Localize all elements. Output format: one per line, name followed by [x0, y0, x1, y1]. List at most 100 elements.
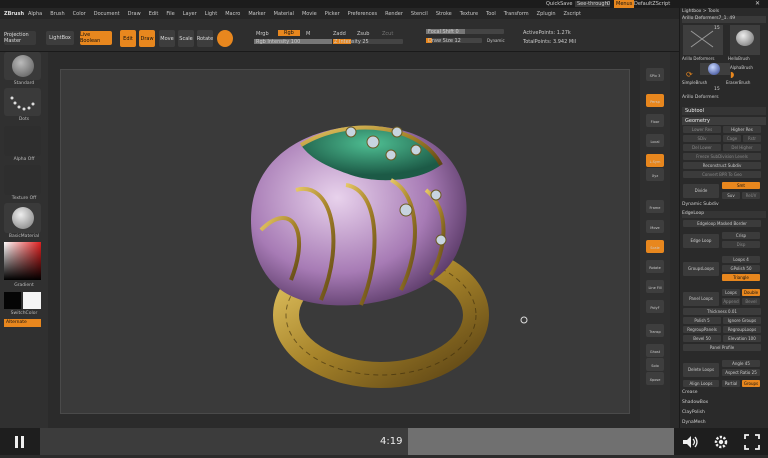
- menu-item[interactable]: Picker: [321, 11, 344, 17]
- menu-item[interactable]: Stroke: [432, 11, 456, 17]
- regroup-loops-button[interactable]: RegroupLoops: [723, 326, 761, 333]
- standard-brush-thumb[interactable]: [4, 52, 41, 80]
- reconstruct-subdiv-button[interactable]: Reconstruct Subdiv: [683, 162, 761, 169]
- volume-icon[interactable]: [680, 432, 700, 452]
- menu-item[interactable]: Tool: [482, 11, 500, 17]
- gear-icon[interactable]: [711, 432, 731, 452]
- material-sphere-icon[interactable]: [217, 30, 233, 47]
- alternate-button[interactable]: Alternate: [4, 319, 41, 327]
- menu-item[interactable]: Brush: [46, 11, 68, 17]
- convert-bpr-button[interactable]: Convert BPR To Geo: [683, 171, 761, 178]
- alpha-thumb[interactable]: [4, 126, 41, 156]
- pause-icon[interactable]: [10, 432, 30, 452]
- shelf-button-local[interactable]: Local: [646, 134, 664, 147]
- menu-item[interactable]: Document: [90, 11, 124, 17]
- switch-color-label[interactable]: SwitchColor: [0, 311, 48, 316]
- progress-remaining[interactable]: [408, 428, 674, 455]
- rotate-button[interactable]: Rotate: [197, 30, 213, 47]
- groups-loops-button[interactable]: GroupsLoops: [683, 262, 719, 276]
- dynamesh-header[interactable]: DynaMesh: [682, 420, 766, 427]
- simple-brush-icon[interactable]: ⟳: [686, 70, 693, 79]
- close-icon[interactable]: ✕: [755, 0, 760, 7]
- panel-profile-button[interactable]: Panel Profile: [683, 344, 761, 351]
- edgeloop-masked-button[interactable]: Edgeloop Masked Border: [683, 220, 761, 227]
- canvas-viewport[interactable]: [60, 69, 630, 414]
- bevel-button[interactable]: Bevel: [742, 298, 760, 305]
- geometry-header[interactable]: Geometry: [682, 117, 766, 125]
- mrgb-button[interactable]: Mrgb: [256, 31, 269, 37]
- menu-item[interactable]: Edit: [145, 11, 163, 17]
- suv-button[interactable]: Suv: [722, 192, 740, 199]
- menu-item[interactable]: Movie: [298, 11, 321, 17]
- primary-color-swatch[interactable]: [4, 292, 21, 309]
- menu-item[interactable]: File: [162, 11, 178, 17]
- edge-loop-button[interactable]: Edge Loop: [683, 234, 719, 248]
- shelf-button-xpose[interactable]: Xpose: [646, 372, 664, 385]
- shelf-button-transp[interactable]: Transp: [646, 324, 664, 337]
- shelf-button-move[interactable]: Move: [646, 220, 664, 233]
- scale-button[interactable]: Scale: [178, 30, 194, 47]
- fullscreen-icon[interactable]: [742, 432, 762, 452]
- subtool-header[interactable]: Subtool: [682, 107, 766, 115]
- crisp-button[interactable]: Crisp: [722, 232, 760, 239]
- dots-stroke-thumb[interactable]: [4, 88, 41, 116]
- edit-button[interactable]: Edit: [120, 30, 136, 47]
- draw-button[interactable]: Draw: [139, 30, 155, 47]
- menu-item[interactable]: Color: [69, 11, 90, 17]
- shadowbox-header[interactable]: ShadowBox: [682, 400, 766, 407]
- del-higher-button[interactable]: Del Higher: [723, 144, 761, 151]
- default-zscript-button[interactable]: DefaultZScript: [634, 1, 670, 7]
- bevel-slider[interactable]: Bevel 50: [683, 335, 721, 342]
- disp-button[interactable]: Disp: [722, 241, 760, 248]
- aspect-ratio-slider[interactable]: Aspect Ratio 25: [722, 369, 760, 376]
- partial-button[interactable]: Partial: [722, 380, 740, 387]
- menu-item[interactable]: Texture: [456, 11, 482, 17]
- cage-button[interactable]: Cage: [723, 135, 741, 142]
- shelf-button-line-fill[interactable]: Line Fill: [646, 280, 664, 293]
- shelf-button-polyf[interactable]: PolyF: [646, 300, 664, 313]
- shelf-button-xyz[interactable]: Xyz: [646, 168, 664, 181]
- rstr-button[interactable]: Rstr: [743, 135, 761, 142]
- loops-slider[interactable]: Loops 4: [722, 256, 760, 263]
- shelf-button-scale[interactable]: Scale: [646, 240, 664, 253]
- lightbox-button[interactable]: LightBox: [46, 31, 74, 45]
- live-boolean-button[interactable]: Live Boolean: [80, 31, 112, 45]
- menu-item[interactable]: Render: [381, 11, 407, 17]
- shelf-button-l-sym[interactable]: L.Sym: [646, 154, 664, 167]
- current-tool-label[interactable]: Arillo Deformers7_1. 49: [682, 16, 766, 23]
- progress-played[interactable]: [40, 428, 408, 455]
- zsub-button[interactable]: Zsub: [357, 31, 369, 37]
- align-loops-button[interactable]: Align Loops: [683, 380, 719, 387]
- menu-item[interactable]: Material: [270, 11, 298, 17]
- shelf-button-rotate[interactable]: Rotate: [646, 260, 664, 273]
- higher-res-button[interactable]: Higher Res: [723, 126, 761, 133]
- zcut-button[interactable]: Zcut: [382, 31, 393, 37]
- menu-item[interactable]: Stencil: [407, 11, 432, 17]
- dynamic-button[interactable]: Dynamic: [487, 38, 505, 43]
- secondary-color-swatch[interactable]: [23, 292, 41, 309]
- menu-item[interactable]: Layer: [179, 11, 201, 17]
- shelf-button-floor[interactable]: Floor: [646, 114, 664, 127]
- menu-item[interactable]: Draw: [124, 11, 145, 17]
- menu-item[interactable]: Light: [201, 11, 221, 17]
- polish-slider[interactable]: Polish 5: [683, 317, 721, 324]
- panel-loops-button[interactable]: Panel Loops: [683, 292, 719, 306]
- double-button[interactable]: Double: [742, 289, 760, 296]
- menus-button[interactable]: Menus: [614, 0, 635, 8]
- loops2-button[interactable]: Loops: [722, 289, 740, 296]
- freeze-subdiv-button[interactable]: Freeze SubDivision Levels: [683, 153, 761, 160]
- triangle-button[interactable]: Triangle: [722, 274, 760, 281]
- gpolish-slider[interactable]: GPolish 50: [722, 265, 760, 272]
- texture-thumb[interactable]: [4, 165, 41, 195]
- shelf-button-frame[interactable]: Frame: [646, 200, 664, 213]
- thickness-slider[interactable]: Thickness 0.01: [683, 308, 761, 315]
- color-picker[interactable]: [4, 242, 41, 280]
- projection-master-button[interactable]: Projection Master: [4, 31, 36, 45]
- elevation-slider[interactable]: Elevation 100: [723, 335, 761, 342]
- menu-item[interactable]: Alpha: [24, 11, 46, 17]
- shelf-button-ghost[interactable]: Ghost: [646, 344, 664, 357]
- reuv-button[interactable]: ReUV: [742, 192, 760, 199]
- arillo-deformers-2[interactable]: Arillo Deformers: [682, 95, 766, 102]
- lightbox-tools-label[interactable]: Lightbox > Tools: [682, 9, 766, 16]
- dynamic-subdiv-header[interactable]: Dynamic Subdiv: [682, 202, 766, 209]
